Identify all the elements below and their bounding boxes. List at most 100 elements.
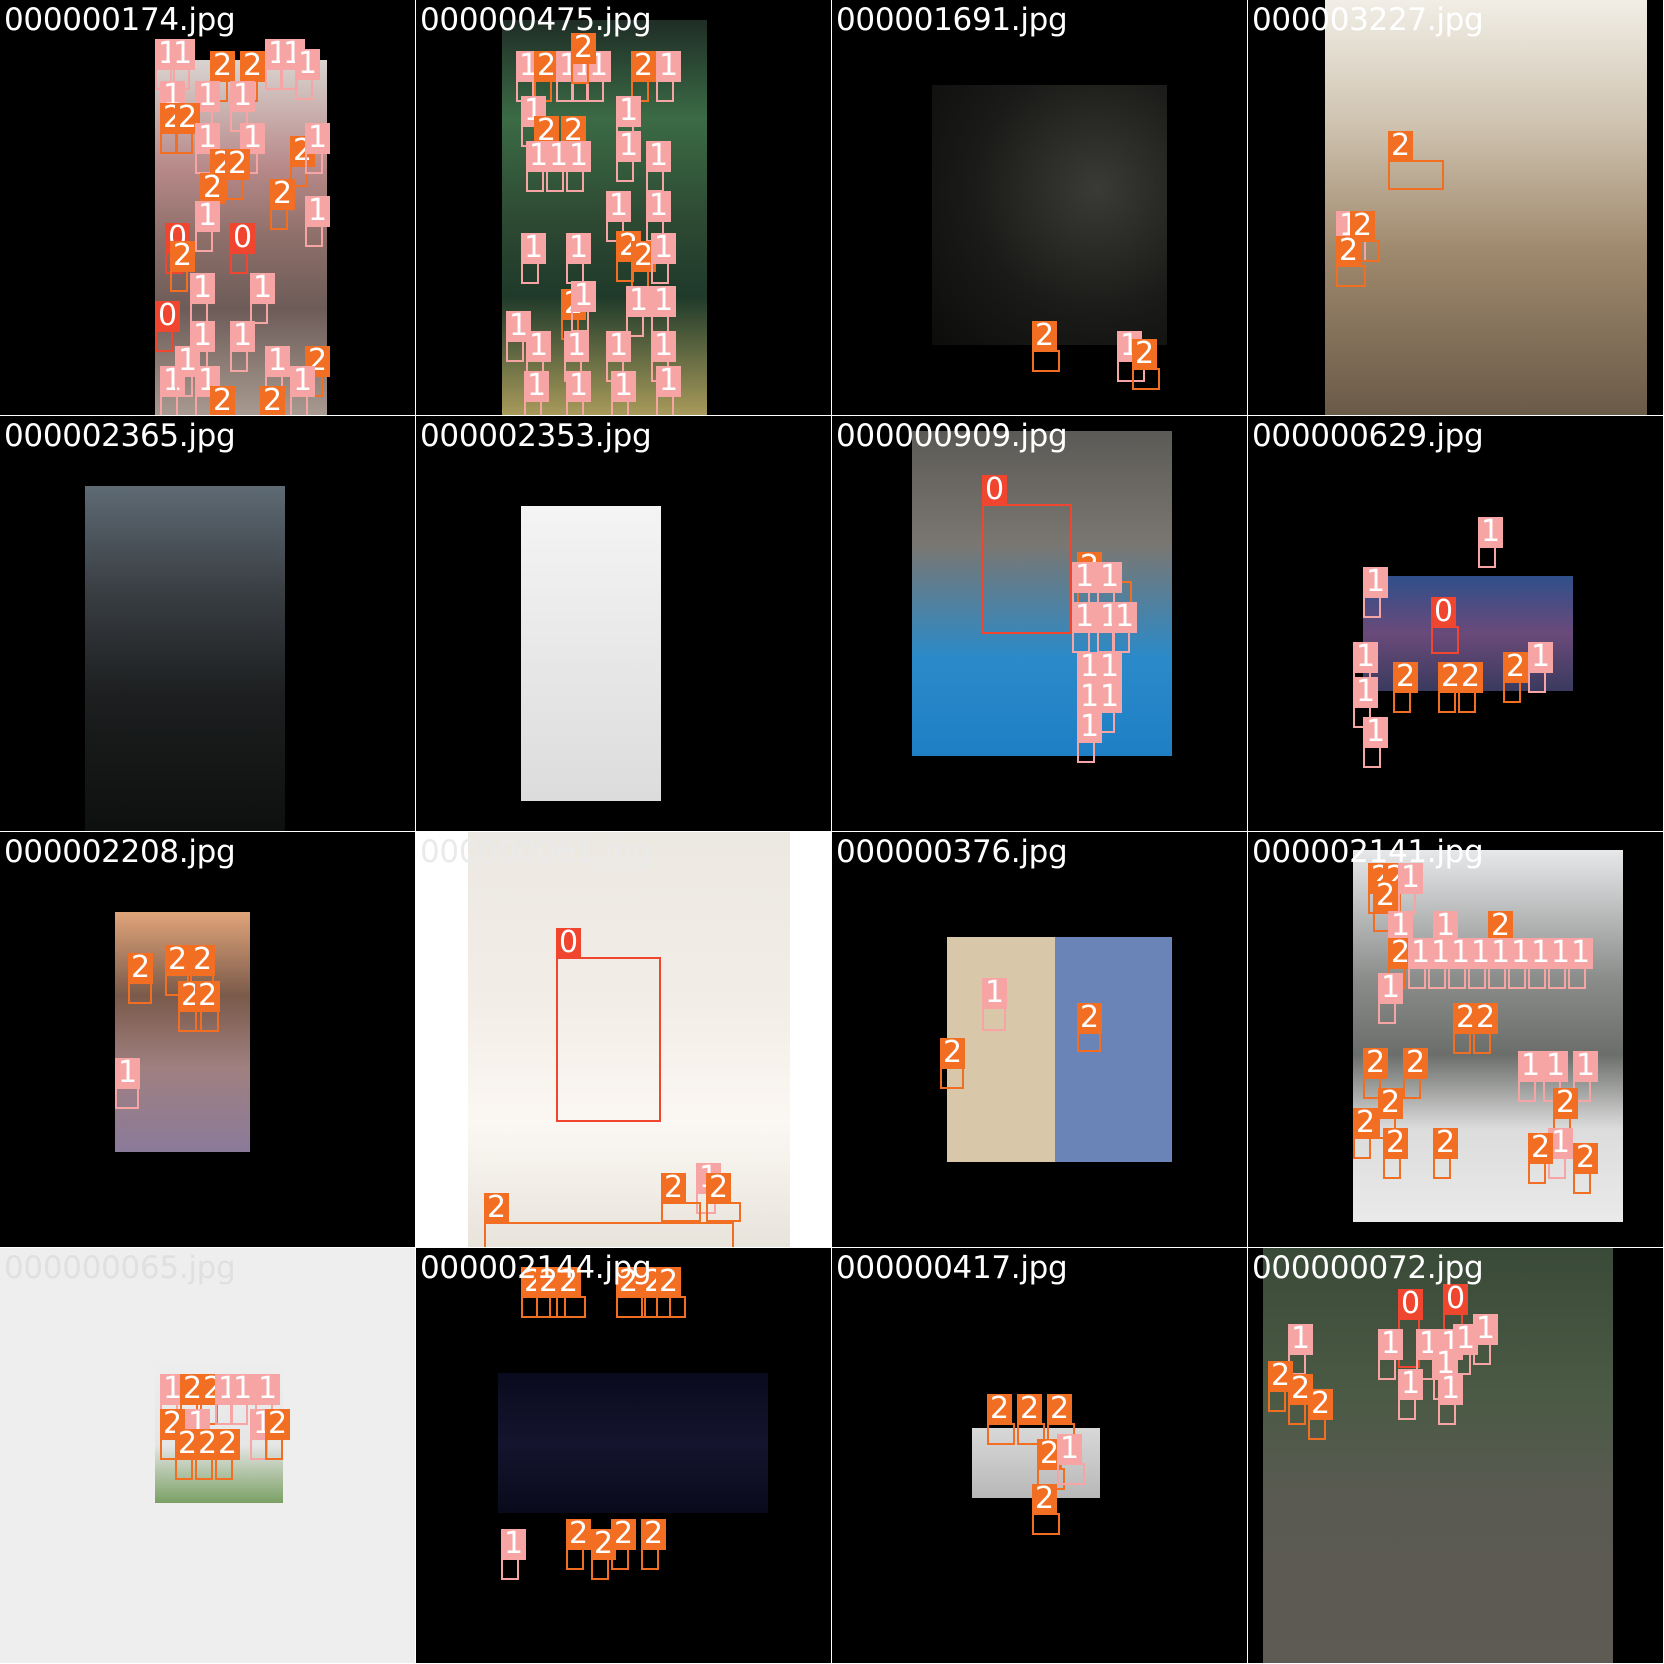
detection-box: 2 [1132, 339, 1160, 390]
detection-class-label: 2 [661, 1173, 687, 1204]
mosaic-tile: 2 1 2 2 000003227.jpg [1248, 0, 1663, 415]
detection-box: 1 [195, 201, 221, 252]
image-filename: 000001691.jpg [836, 2, 1068, 38]
detection-box: 1 [295, 49, 321, 100]
detection-box: 2 [195, 981, 221, 1032]
detection-class-label: 1 [1353, 642, 1379, 673]
detection-box: 2 [128, 953, 154, 1004]
detection-box: 1 [1363, 567, 1389, 618]
detection-box: 2 [1383, 1128, 1409, 1179]
detection-class-label: 1 [1573, 1051, 1599, 1082]
detection-class-label: 1 [295, 49, 321, 80]
mosaic-tile: 1 1 0 1 2 2 2 2 1 1 1 000000629.jpg [1248, 416, 1663, 831]
detection-box: 1 [305, 196, 331, 247]
detection-class-label: 0 [155, 301, 181, 332]
detection-box: 2 [611, 1519, 637, 1570]
detection-box: 1 [230, 321, 256, 372]
detection-class-label: 1 [1363, 717, 1389, 748]
detection-class-label: 2 [1017, 1394, 1043, 1425]
detection-class-label: 1 [1353, 677, 1379, 708]
mosaic-tile: 1 2 2 1 1 1 2 1 1 2 2 2 2 000000065.jpg [0, 1248, 415, 1663]
tile-photo [521, 506, 661, 801]
detection-box: 0 [155, 301, 181, 352]
detection-box: 1 [290, 366, 316, 415]
detection-class-label: 2 [1132, 339, 1158, 370]
mosaic-tile: 1 2 2 000000376.jpg [832, 832, 1247, 1247]
detection-box: 2 [1453, 1003, 1479, 1054]
detection-box: 1 [115, 1058, 141, 1109]
detection-box: 1 [1363, 717, 1389, 768]
detection-class-label: 1 [524, 371, 550, 402]
detection-box: 1 [1528, 642, 1554, 693]
mosaic-tile: 1211122111221111111112212111111111111000… [416, 0, 831, 415]
image-filename: 000000174.jpg [4, 2, 236, 38]
detection-class-label: 2 [1032, 1484, 1058, 1515]
mosaic-tile: 2 2 2 2 1 2 000000417.jpg [832, 1248, 1247, 1663]
detection-class-label: 1 [1473, 1314, 1499, 1345]
detection-box: 1 [566, 141, 592, 192]
detection-box: 2 [1503, 652, 1529, 703]
detection-class-label: 1 [230, 321, 256, 352]
detection-class-label: 2 [611, 1519, 637, 1550]
image-filename: 000000629.jpg [1252, 418, 1484, 454]
detection-class-label: 1 [566, 371, 592, 402]
image-filename: 000002365.jpg [4, 418, 236, 454]
detection-class-label: 1 [1543, 1051, 1569, 1082]
detection-box: 2 [484, 1193, 734, 1247]
detection-class-label: 1 [230, 81, 256, 112]
image-filename: 000000376.jpg [836, 834, 1068, 870]
detection-box: 1 [611, 371, 637, 415]
detection-class-label: 2 [1393, 662, 1419, 693]
detection-class-label: 2 [128, 953, 154, 984]
detection-class-label: 1 [521, 233, 547, 264]
detection-box: 1 [501, 1529, 527, 1580]
detection-box: 2 [656, 1267, 686, 1318]
mosaic-tile: 2 2 2 2 2 1 000002208.jpg [0, 832, 415, 1247]
detection-class-label: 2 [1336, 236, 1362, 267]
detection-box: 2 [1353, 1108, 1379, 1159]
detection-box: 2 [195, 1429, 221, 1480]
detection-class-label: 2 [1353, 1108, 1379, 1139]
detection-class-label: 0 [982, 475, 1008, 506]
detection-box: 2 [566, 1519, 592, 1570]
detection-box: 2 [1336, 236, 1366, 287]
detection-box: 1 [1408, 938, 1434, 989]
detection-class-label: 2 [1308, 1389, 1334, 1420]
detection-box: 1 [1438, 1374, 1464, 1425]
detection-box: 2 [661, 1173, 701, 1222]
mosaic-tile: 1 1 2 2 1 1 1 1 1 1 2 2 1 1 2 1 2 2 2 2 1 1 0 0 2 1 1 0 1 1 1 2 1 1 2 2 1 1 00… [0, 0, 415, 415]
detection-class-label: 2 [190, 945, 216, 976]
detection-box: 2 [175, 103, 201, 154]
detection-box: 2 [265, 1409, 291, 1460]
detection-class-label: 2 [215, 1429, 241, 1460]
image-filename: 000000909.jpg [836, 418, 1068, 454]
detection-box: 1 [1057, 1434, 1085, 1485]
detection-class-label: 0 [1398, 1289, 1424, 1320]
detection-box: 1 [1468, 938, 1494, 989]
detection-class-label: 1 [115, 1058, 141, 1089]
mosaic-tile: 0 0 1 1 1 1 1 1 1 1 2 2 1 2 000000072.jpg [1248, 1248, 1663, 1663]
detection-box: 1 [1478, 517, 1504, 568]
detection-box: 2 [1032, 321, 1060, 372]
detection-class-label: 2 [1473, 1003, 1499, 1034]
detection-class-label: 2 [940, 1038, 966, 1069]
detection-class-label: 1 [982, 978, 1008, 1009]
detection-class-label: 1 [1112, 602, 1138, 633]
detection-class-label: 1 [1077, 712, 1103, 743]
mosaic-grid: 1 1 2 2 1 1 1 1 1 1 2 2 1 1 2 1 2 2 2 2 1 1 0 0 2 1 1 0 1 1 1 2 1 1 2 2 1 1 00… [0, 0, 1664, 1664]
image-filename: 000000065.jpg [4, 1250, 236, 1286]
detection-box: 2 [641, 1519, 667, 1570]
detection-box: 1 [526, 141, 552, 192]
detection-class-label: 1 [651, 331, 677, 362]
detection-class-label: 1 [1398, 1369, 1424, 1400]
detection-box: 1 [1528, 938, 1554, 989]
detection-box: 1 [160, 366, 186, 415]
detection-class-label: 2 [165, 945, 191, 976]
detection-class-label: 2 [1573, 1143, 1599, 1174]
detection-box: 1 [305, 123, 331, 174]
tile-photo [947, 937, 1172, 1162]
detection-box: 2 [1288, 1374, 1314, 1425]
detection-class-label: 1 [626, 286, 652, 317]
detection-class-label: 1 [656, 366, 682, 397]
detection-class-label: 1 [1478, 517, 1504, 548]
